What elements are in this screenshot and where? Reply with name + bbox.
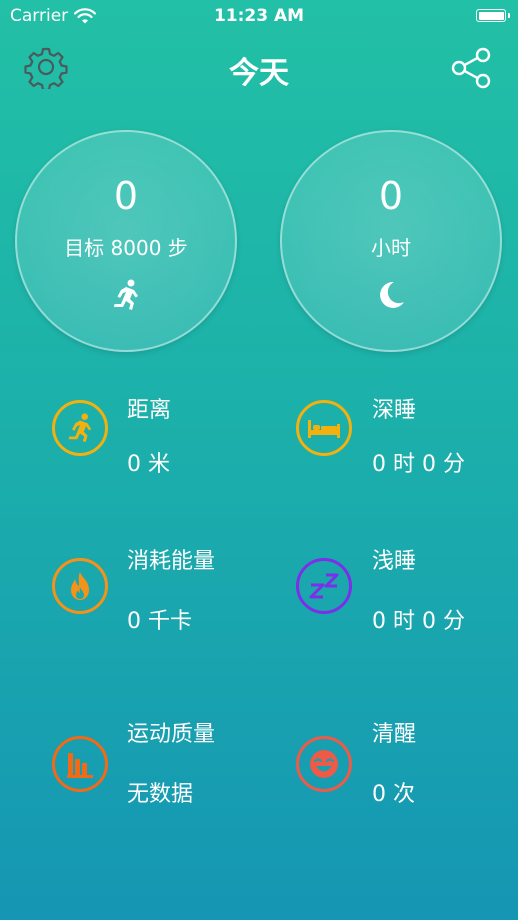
steps-goal-label: 目标 8000 步 [64, 236, 188, 260]
awake-icon-circle [296, 736, 352, 792]
deep-sleep-label: 深睡 [372, 398, 417, 423]
deep-sleep-icon-circle [296, 400, 352, 456]
nav-bar: 今天 [0, 40, 518, 96]
running-person-icon [68, 413, 92, 443]
light-sleep-label: 浅睡 [372, 549, 417, 574]
moon-icon [380, 281, 404, 308]
face-icon [310, 750, 338, 778]
awake-label: 清醒 [372, 722, 417, 747]
light-sleep-icon-circle [296, 558, 352, 614]
sleep-hours-label: 小时 [371, 236, 411, 260]
steps-summary-circle[interactable]: 0 目标 8000 步 [15, 130, 237, 352]
status-bar: Carrier 11:23 AM [0, 0, 518, 34]
distance-value: 0 米 [127, 452, 170, 477]
calories-value: 0 千卡 [127, 609, 192, 634]
sleep-value: 0 [378, 174, 404, 218]
exercise-quality-label: 运动质量 [127, 722, 216, 747]
share-icon[interactable] [450, 46, 494, 90]
awake-value: 0 次 [372, 782, 415, 807]
status-time: 11:23 AM [213, 6, 305, 26]
bar-chart-icon [67, 753, 93, 778]
exercise-quality-value: 无数据 [127, 782, 194, 807]
deep-sleep-value: 0 时 0 分 [372, 452, 465, 477]
flame-icon [71, 572, 89, 600]
light-sleep-value: 0 时 0 分 [372, 609, 465, 634]
calories-label: 消耗能量 [127, 549, 216, 574]
distance-label: 距离 [127, 398, 172, 423]
distance-icon-circle [52, 400, 108, 456]
bed-icon [308, 420, 340, 438]
battery-icon [476, 9, 510, 22]
steps-value: 0 [113, 174, 139, 218]
running-person-icon [114, 279, 138, 310]
calories-icon-circle [52, 558, 108, 614]
exercise-quality-icon-circle [52, 736, 108, 792]
zz-icon [309, 573, 339, 599]
sleep-summary-circle[interactable]: 0 小时 [280, 130, 502, 352]
page-title: 今天 [229, 56, 289, 91]
